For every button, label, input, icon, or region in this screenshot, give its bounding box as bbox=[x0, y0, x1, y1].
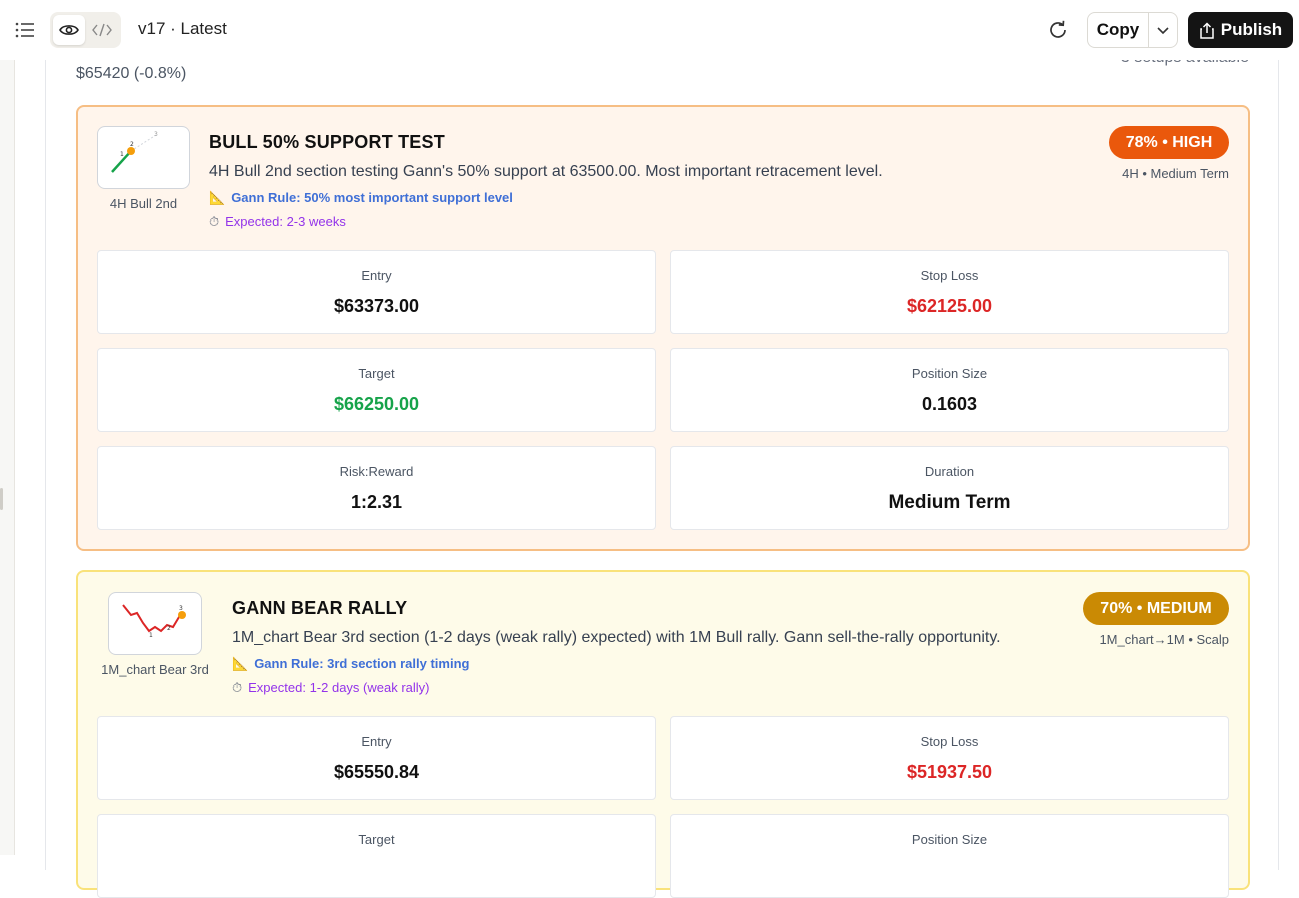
triangular-ruler-icon: 📐 bbox=[232, 656, 249, 671]
metric-value: $62125.00 bbox=[906, 296, 993, 316]
wave-mark-2: 2 bbox=[130, 141, 134, 148]
code-view-button[interactable] bbox=[86, 15, 118, 45]
pattern-chart: 1 2 3 bbox=[122, 604, 186, 639]
gann-rule-text: Gann Rule: 3rd section rally timing bbox=[254, 656, 470, 671]
metric-label: Entry bbox=[361, 268, 392, 283]
thumbnail-caption: 4H Bull 2nd bbox=[109, 196, 178, 211]
stopwatch-icon: ⏱ bbox=[232, 680, 243, 695]
price-change: $65420 (-0.8%) bbox=[76, 65, 187, 82]
wave-mark-1: 1 bbox=[120, 151, 124, 158]
copy-dropdown-button[interactable] bbox=[1149, 13, 1177, 47]
metric-value: 0.1603 bbox=[921, 394, 978, 414]
metric-label: Stop Loss bbox=[920, 734, 979, 749]
chevron-down-icon bbox=[1157, 27, 1169, 35]
metric-entry: Entry $63373.00 bbox=[97, 250, 656, 334]
metric-value: $51937.50 bbox=[906, 762, 993, 782]
metric-entry: Entry $65550.84 bbox=[97, 716, 656, 800]
wave-mark-2: 2 bbox=[167, 625, 171, 632]
setup-description: 4H Bull 2nd section testing Gann's 50% s… bbox=[209, 163, 883, 180]
metric-label: Risk:Reward bbox=[339, 464, 414, 479]
triangular-ruler-icon: 📐 bbox=[209, 190, 226, 205]
metric-position-size: Position Size 0.1603 bbox=[670, 348, 1229, 432]
setup-thumbnail: 1 2 3 bbox=[97, 126, 190, 189]
thumbnail-caption: 1M_chart Bear 3rd bbox=[101, 662, 209, 677]
timeframe-label: 1M_chart→1M • Scalp bbox=[1099, 632, 1229, 647]
metric-stop-loss: Stop Loss $51937.50 bbox=[670, 716, 1229, 800]
metric-position-size: Position Size bbox=[670, 814, 1229, 898]
copy-button[interactable]: Copy bbox=[1088, 13, 1149, 47]
gann-rule: 📐 Gann Rule: 3rd section rally timing bbox=[232, 656, 469, 672]
code-icon bbox=[92, 23, 112, 37]
projection-leg bbox=[130, 134, 157, 152]
setup-description: 1M_chart Bear 3rd section (1-2 days (wea… bbox=[232, 629, 1001, 646]
metric-risk-reward: Risk:Reward 1:2.31 bbox=[97, 446, 656, 530]
publish-button[interactable]: Publish bbox=[1188, 12, 1293, 48]
expected-text: Expected: 2-3 weeks bbox=[225, 214, 346, 229]
version-label[interactable]: v17 · Latest bbox=[138, 19, 227, 39]
metric-target: Target bbox=[97, 814, 656, 898]
metric-label: Position Size bbox=[911, 366, 988, 381]
timeframe-label: 4H • Medium Term bbox=[1122, 166, 1229, 181]
metric-label: Position Size bbox=[911, 832, 988, 847]
current-point bbox=[178, 611, 186, 619]
setup-title: GANN BEAR RALLY bbox=[232, 598, 408, 618]
resize-handle[interactable] bbox=[0, 488, 3, 510]
setup-card: 1 2 3 1M_chart Bear 3rd GANN BEAR RALLY … bbox=[76, 570, 1250, 898]
wave-mark-3: 3 bbox=[154, 131, 158, 138]
refresh-icon[interactable] bbox=[1046, 18, 1070, 42]
metric-value: $65550.84 bbox=[333, 762, 420, 782]
top-bar: v17 · Latest Copy Publish bbox=[0, 0, 1299, 60]
confidence-badge: 78% • HIGH bbox=[1109, 126, 1229, 159]
metric-target: Target $66250.00 bbox=[97, 348, 656, 432]
share-upload-icon bbox=[1200, 21, 1214, 39]
metric-label: Entry bbox=[361, 734, 392, 749]
expected-duration: ⏱ Expected: 2-3 weeks bbox=[209, 214, 346, 230]
metric-label: Target bbox=[358, 832, 395, 847]
setup-card: 1 2 3 4H Bull 2nd BULL 50% SUPPORT TEST … bbox=[76, 105, 1250, 551]
menu-icon[interactable] bbox=[14, 19, 36, 41]
confidence-badge: 70% • MEDIUM bbox=[1083, 592, 1229, 625]
gann-rule: 📐 Gann Rule: 50% most important support l… bbox=[209, 190, 513, 206]
expected-duration: ⏱ Expected: 1-2 days (weak rally) bbox=[232, 680, 430, 696]
setups-panel: $65420 (-0.8%) 3 setups available 1 2 3 … bbox=[45, 40, 1279, 898]
metric-label: Stop Loss bbox=[920, 268, 979, 283]
metric-stop-loss: Stop Loss $62125.00 bbox=[670, 250, 1229, 334]
metric-value: 1:2.31 bbox=[350, 492, 403, 512]
setup-title: BULL 50% SUPPORT TEST bbox=[209, 132, 445, 152]
copy-button-group: Copy bbox=[1087, 12, 1178, 48]
current-point bbox=[127, 147, 135, 155]
view-toggle bbox=[50, 12, 121, 48]
left-rail bbox=[0, 60, 15, 855]
expected-text: Expected: 1-2 days (weak rally) bbox=[248, 680, 430, 695]
metric-value: Medium Term bbox=[888, 492, 1011, 513]
stopwatch-icon: ⏱ bbox=[209, 214, 220, 229]
metric-label: Duration bbox=[924, 464, 975, 479]
metric-duration: Duration Medium Term bbox=[670, 446, 1229, 530]
gann-rule-text: Gann Rule: 50% most important support le… bbox=[231, 190, 513, 205]
preview-button[interactable] bbox=[53, 15, 85, 45]
eye-icon bbox=[59, 25, 79, 35]
publish-label: Publish bbox=[1220, 20, 1283, 39]
price-path bbox=[122, 604, 183, 633]
wave-mark-1: 1 bbox=[149, 632, 153, 639]
metric-label: Target bbox=[358, 366, 395, 381]
metric-value: $66250.00 bbox=[333, 394, 420, 414]
metric-value: $63373.00 bbox=[333, 296, 420, 316]
setup-thumbnail: 1 2 3 bbox=[108, 592, 202, 655]
wave-mark-3: 3 bbox=[179, 605, 183, 612]
pattern-chart: 1 2 3 bbox=[111, 131, 158, 173]
